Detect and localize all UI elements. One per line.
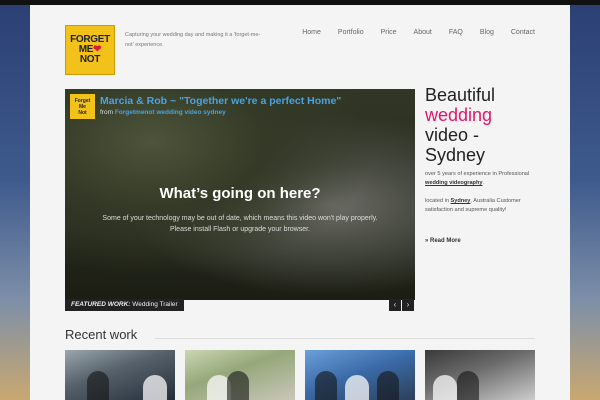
recent-work-thumbnails: [65, 350, 535, 400]
read-more-link[interactable]: » Read More: [425, 238, 461, 244]
nav-contact[interactable]: Contact: [511, 29, 535, 36]
featured-label: FEATURED WORK:: [71, 301, 131, 308]
featured-value: Wedding Trailer: [132, 301, 178, 308]
thumb-figure: [433, 375, 457, 400]
thumb-figure: [315, 371, 337, 400]
videography-link[interactable]: wedding videography: [425, 180, 483, 186]
headline-line-3: video -: [425, 125, 480, 145]
site-logo[interactable]: FORGET ME❤ NOT: [65, 25, 115, 75]
video-player[interactable]: Forget Me Not Marcia & Rob ~ "Together w…: [65, 89, 415, 300]
thumb-figure: [143, 375, 167, 400]
nav-about[interactable]: About: [414, 29, 432, 36]
thumb-figure: [457, 371, 479, 400]
video-from: from Forgetmenot wedding video sydney: [100, 109, 226, 116]
video-title[interactable]: Marcia & Rob ~ "Together we're a perfect…: [100, 95, 341, 107]
nav-faq[interactable]: FAQ: [449, 29, 463, 36]
experience-text: over 5 years of experience in Profession…: [425, 171, 530, 177]
headline-line-1: Beautiful: [425, 85, 496, 105]
sydney-link[interactable]: Sydney: [451, 198, 471, 204]
nav-blog[interactable]: Blog: [480, 29, 494, 36]
next-arrow-icon[interactable]: ›: [402, 299, 414, 311]
location-prefix: located in: [425, 198, 449, 204]
thumb-figure: [345, 375, 369, 400]
thumb-figure: [377, 371, 399, 400]
recent-work-heading: Recent work: [65, 327, 138, 342]
video-channel-link[interactable]: Forgetmenot wedding video sydney: [115, 109, 226, 116]
slider-arrows: ‹ ›: [389, 299, 414, 311]
video-from-prefix: from: [100, 109, 113, 116]
intro-experience: over 5 years of experience in Profession…: [425, 170, 545, 188]
featured-work-caption: FEATURED WORK: Wedding Trailer: [65, 299, 184, 311]
intro-headline: Beautiful wedding video - Sydney: [425, 85, 555, 165]
video-channel-logo[interactable]: Forget Me Not: [70, 94, 95, 119]
recent-work-thumb-1[interactable]: [65, 350, 175, 400]
experience-end: .: [482, 180, 485, 186]
headline-line-4: Sydney: [425, 145, 486, 165]
recent-work-thumb-2[interactable]: [185, 350, 295, 400]
headline-line-2: wedding: [425, 105, 493, 125]
nav-portfolio[interactable]: Portfolio: [338, 29, 364, 36]
video-logo-line-3: Not: [78, 109, 87, 116]
thumb-figure: [87, 371, 109, 400]
page-container: FORGET ME❤ NOT Capturing your wedding da…: [30, 5, 570, 400]
site-tagline: Capturing your wedding day and making it…: [125, 32, 261, 48]
recent-work-thumb-3[interactable]: [305, 350, 415, 400]
nav-price[interactable]: Price: [381, 29, 397, 36]
main-nav: Home Portfolio Price About FAQ Blog Cont…: [285, 29, 535, 36]
prev-arrow-icon[interactable]: ‹: [389, 299, 401, 311]
intro-location: located in Sydney, Australia Customer sa…: [425, 197, 545, 215]
video-error-message: Some of your technology may be out of da…: [102, 215, 378, 233]
nav-home[interactable]: Home: [302, 29, 321, 36]
logo-line-3: NOT: [79, 54, 101, 65]
thumb-figure: [227, 371, 249, 400]
recent-work-divider: [155, 338, 535, 339]
video-error-heading: What’s going on here?: [159, 185, 321, 202]
recent-work-thumb-4[interactable]: [425, 350, 535, 400]
